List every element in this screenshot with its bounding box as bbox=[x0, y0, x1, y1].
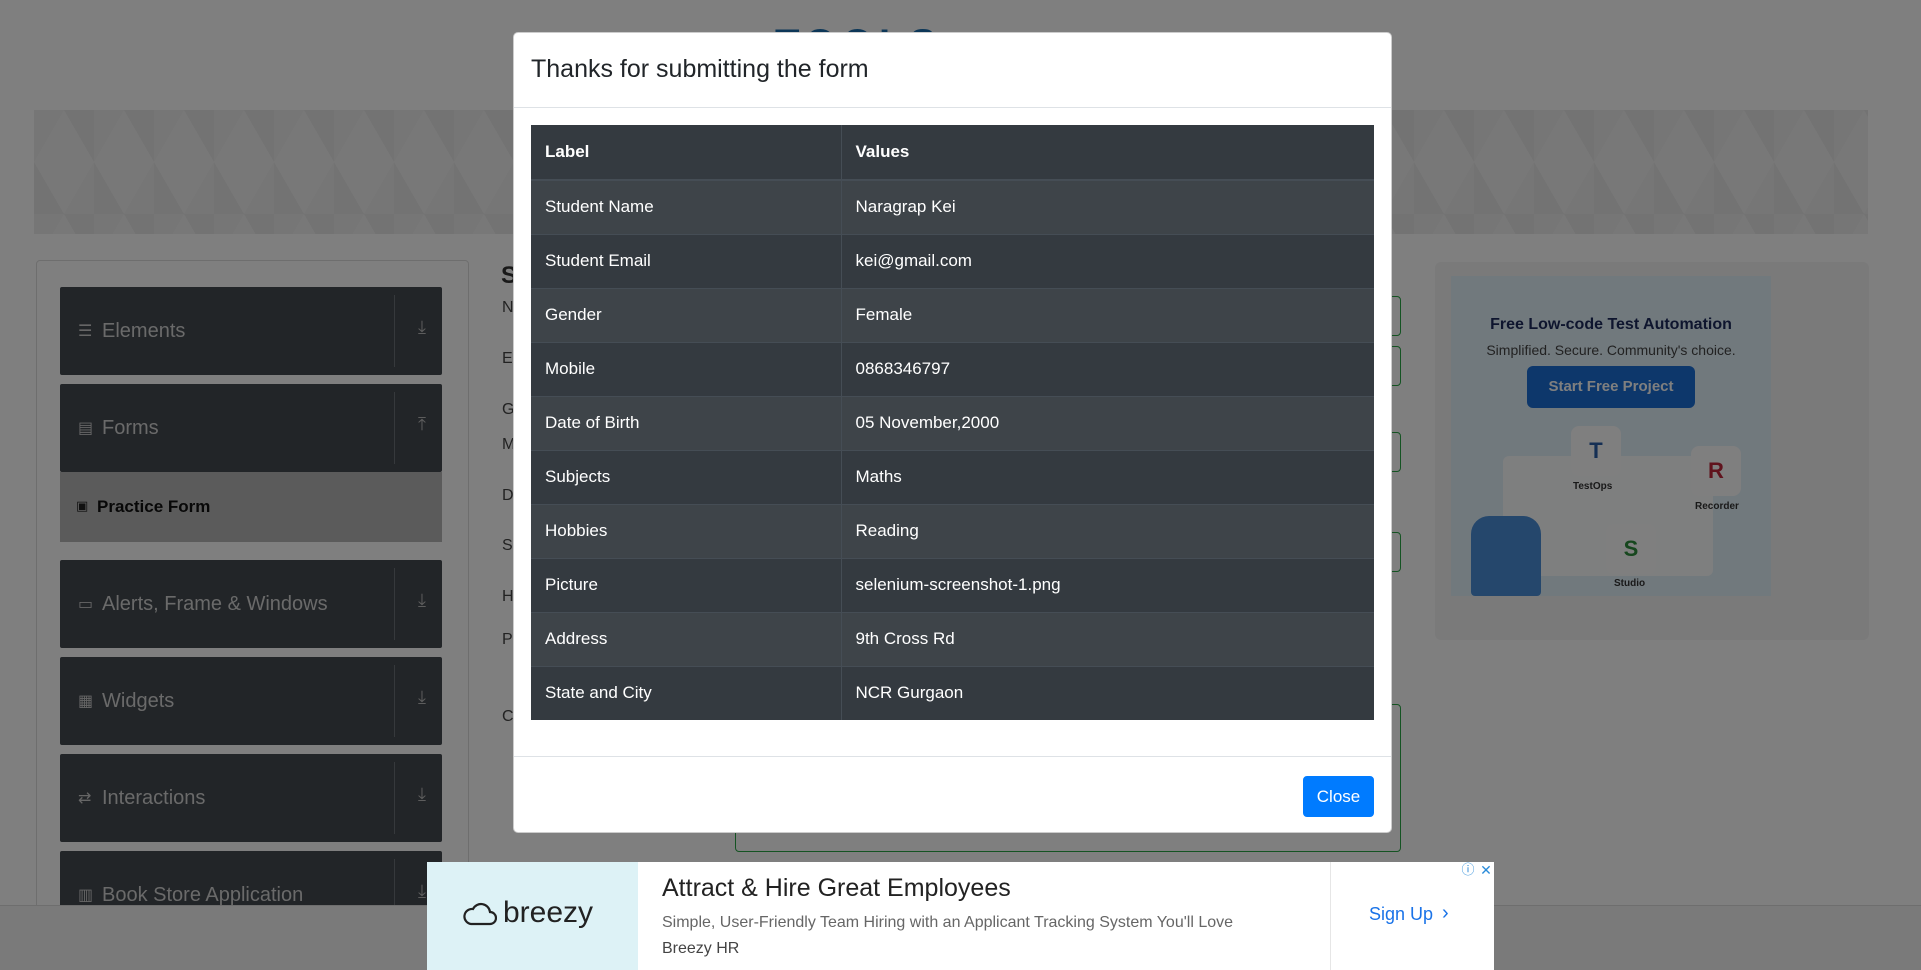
row-label: Subjects bbox=[531, 449, 842, 504]
bottom-advertisement[interactable]: breezy Attract & Hire Great Employees Si… bbox=[427, 862, 1494, 970]
row-label: Date of Birth bbox=[531, 395, 842, 450]
submission-modal: Thanks for submitting the form Label Val… bbox=[513, 32, 1392, 833]
row-value: Female bbox=[841, 287, 1374, 342]
row-value: selenium-screenshot-1.png bbox=[841, 557, 1374, 612]
row-value: 0868346797 bbox=[841, 341, 1374, 396]
row-label: Hobbies bbox=[531, 503, 842, 558]
row-value: Reading bbox=[841, 503, 1374, 558]
close-button[interactable]: Close bbox=[1303, 776, 1374, 817]
row-label: State and City bbox=[531, 665, 842, 720]
column-header-label: Label bbox=[531, 125, 842, 181]
table-row: Mobile 0868346797 bbox=[531, 341, 1374, 396]
row-value: 05 November,2000 bbox=[841, 395, 1374, 450]
table-row: Hobbies Reading bbox=[531, 503, 1374, 558]
table-header-row: Label Values bbox=[531, 125, 1374, 181]
table-row: Address 9th Cross Rd bbox=[531, 611, 1374, 666]
row-value: kei@gmail.com bbox=[841, 233, 1374, 288]
row-label: Student Email bbox=[531, 233, 842, 288]
row-label: Gender bbox=[531, 287, 842, 342]
row-label: Mobile bbox=[531, 341, 842, 396]
table-row: Picture selenium-screenshot-1.png bbox=[531, 557, 1374, 612]
breezy-logo-area: breezy bbox=[427, 862, 638, 970]
modal-title: Thanks for submitting the form bbox=[531, 55, 869, 83]
table-row: Gender Female bbox=[531, 287, 1374, 342]
ad-advertiser: Breezy HR bbox=[662, 940, 740, 957]
row-value: 9th Cross Rd bbox=[841, 611, 1374, 666]
close-ad-icon[interactable]: ✕ bbox=[1478, 862, 1494, 878]
row-label: Address bbox=[531, 611, 842, 666]
breezy-brand: breezy bbox=[503, 896, 594, 929]
ad-divider bbox=[1330, 862, 1331, 970]
cloud-icon bbox=[463, 902, 497, 926]
column-header-values: Values bbox=[841, 125, 1374, 181]
table-row: Date of Birth 05 November,2000 bbox=[531, 395, 1374, 450]
table-row: Subjects Maths bbox=[531, 449, 1374, 504]
row-label: Picture bbox=[531, 557, 842, 612]
table-row: Student Email kei@gmail.com bbox=[531, 233, 1374, 288]
row-value: NCR Gurgaon bbox=[841, 665, 1374, 720]
row-label: Student Name bbox=[531, 179, 842, 234]
row-value: Naragrap Kei bbox=[841, 179, 1374, 234]
submission-table: Label Values Student Name Naragrap Kei S… bbox=[531, 125, 1374, 720]
sign-up-link[interactable]: Sign Up bbox=[1369, 904, 1433, 925]
row-value: Maths bbox=[841, 449, 1374, 504]
ad-headline[interactable]: Attract & Hire Great Employees bbox=[662, 874, 1011, 903]
modal-header: Thanks for submitting the form bbox=[514, 33, 1391, 108]
adchoices-icon[interactable]: ⓘ bbox=[1460, 862, 1476, 878]
chevron-right-icon[interactable]: › bbox=[1442, 902, 1449, 925]
table-row: Student Name Naragrap Kei bbox=[531, 179, 1374, 234]
table-row: State and City NCR Gurgaon bbox=[531, 665, 1374, 720]
ad-description: Simple, User-Friendly Team Hiring with a… bbox=[662, 914, 1234, 931]
modal-footer: Close bbox=[514, 756, 1391, 834]
